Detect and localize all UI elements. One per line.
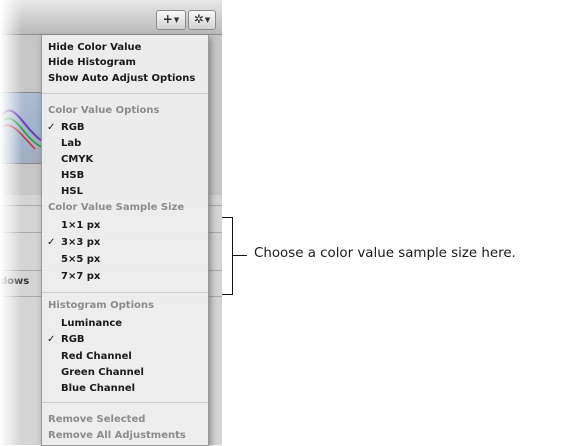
menu-item-histogram-rgb[interactable]: ✓ RGB <box>42 332 208 348</box>
histogram-graph <box>0 92 46 164</box>
chevron-down-icon: ▼ <box>204 16 211 24</box>
menu-item-show-auto-adjust-options[interactable]: Show Auto Adjust Options <box>42 71 208 87</box>
callout-leader-line <box>232 255 247 256</box>
menu-item-cmyk[interactable]: CMYK <box>42 152 208 168</box>
menu-item-7x7-px[interactable]: 7×7 px <box>42 269 208 285</box>
chevron-down-icon: ▼ <box>173 16 180 24</box>
menu-item-3x3-px[interactable]: ✓ 3×3 px <box>42 235 208 251</box>
menu-separator <box>42 402 208 403</box>
menu-item-hide-color-value[interactable]: Hide Color Value <box>42 40 208 56</box>
add-adjustment-button[interactable]: +▼ <box>156 10 186 30</box>
plus-icon: + <box>162 12 173 26</box>
menu-item-rgb[interactable]: ✓ RGB <box>42 120 208 136</box>
callout-text: Choose a color value sample size here. <box>254 246 516 261</box>
action-menu-button[interactable]: ✲▼ <box>188 10 216 30</box>
checkmark-icon: ✓ <box>47 122 56 133</box>
menu-header-histogram-options: Histogram Options <box>48 300 154 311</box>
action-dropdown-menu: Hide Color Value Hide Histogram Show Aut… <box>41 35 209 446</box>
menu-separator <box>42 93 208 94</box>
menu-item-blue-channel[interactable]: Blue Channel <box>42 381 208 397</box>
menu-item-remove-selected[interactable]: Remove Selected <box>42 412 208 428</box>
menu-item-remove-all-adjustments[interactable]: Remove All Adjustments <box>42 428 208 444</box>
menu-header-color-value-sample-size: Color Value Sample Size <box>48 202 185 213</box>
menu-item-hide-histogram[interactable]: Hide Histogram <box>42 55 208 71</box>
menu-header-color-value-options: Color Value Options <box>48 105 160 116</box>
gear-icon: ✲ <box>193 12 204 26</box>
menu-separator <box>42 292 208 293</box>
menu-item-hsb[interactable]: HSB <box>42 168 208 184</box>
menu-item-hsl[interactable]: HSL <box>42 184 208 200</box>
menu-item-green-channel[interactable]: Green Channel <box>42 365 208 381</box>
panel-toolbar: +▼ ✲▼ <box>0 0 222 35</box>
menu-item-1x1-px[interactable]: 1×1 px <box>42 218 208 234</box>
menu-item-red-channel[interactable]: Red Channel <box>42 349 208 365</box>
callout-bracket <box>222 217 233 295</box>
checkmark-icon: ✓ <box>47 334 56 345</box>
menu-item-lab[interactable]: Lab <box>42 136 208 152</box>
partial-row-label: dows <box>0 276 30 287</box>
menu-item-luminance[interactable]: Luminance <box>42 316 208 332</box>
menu-item-5x5-px[interactable]: 5×5 px <box>42 252 208 268</box>
checkmark-icon: ✓ <box>47 237 56 248</box>
